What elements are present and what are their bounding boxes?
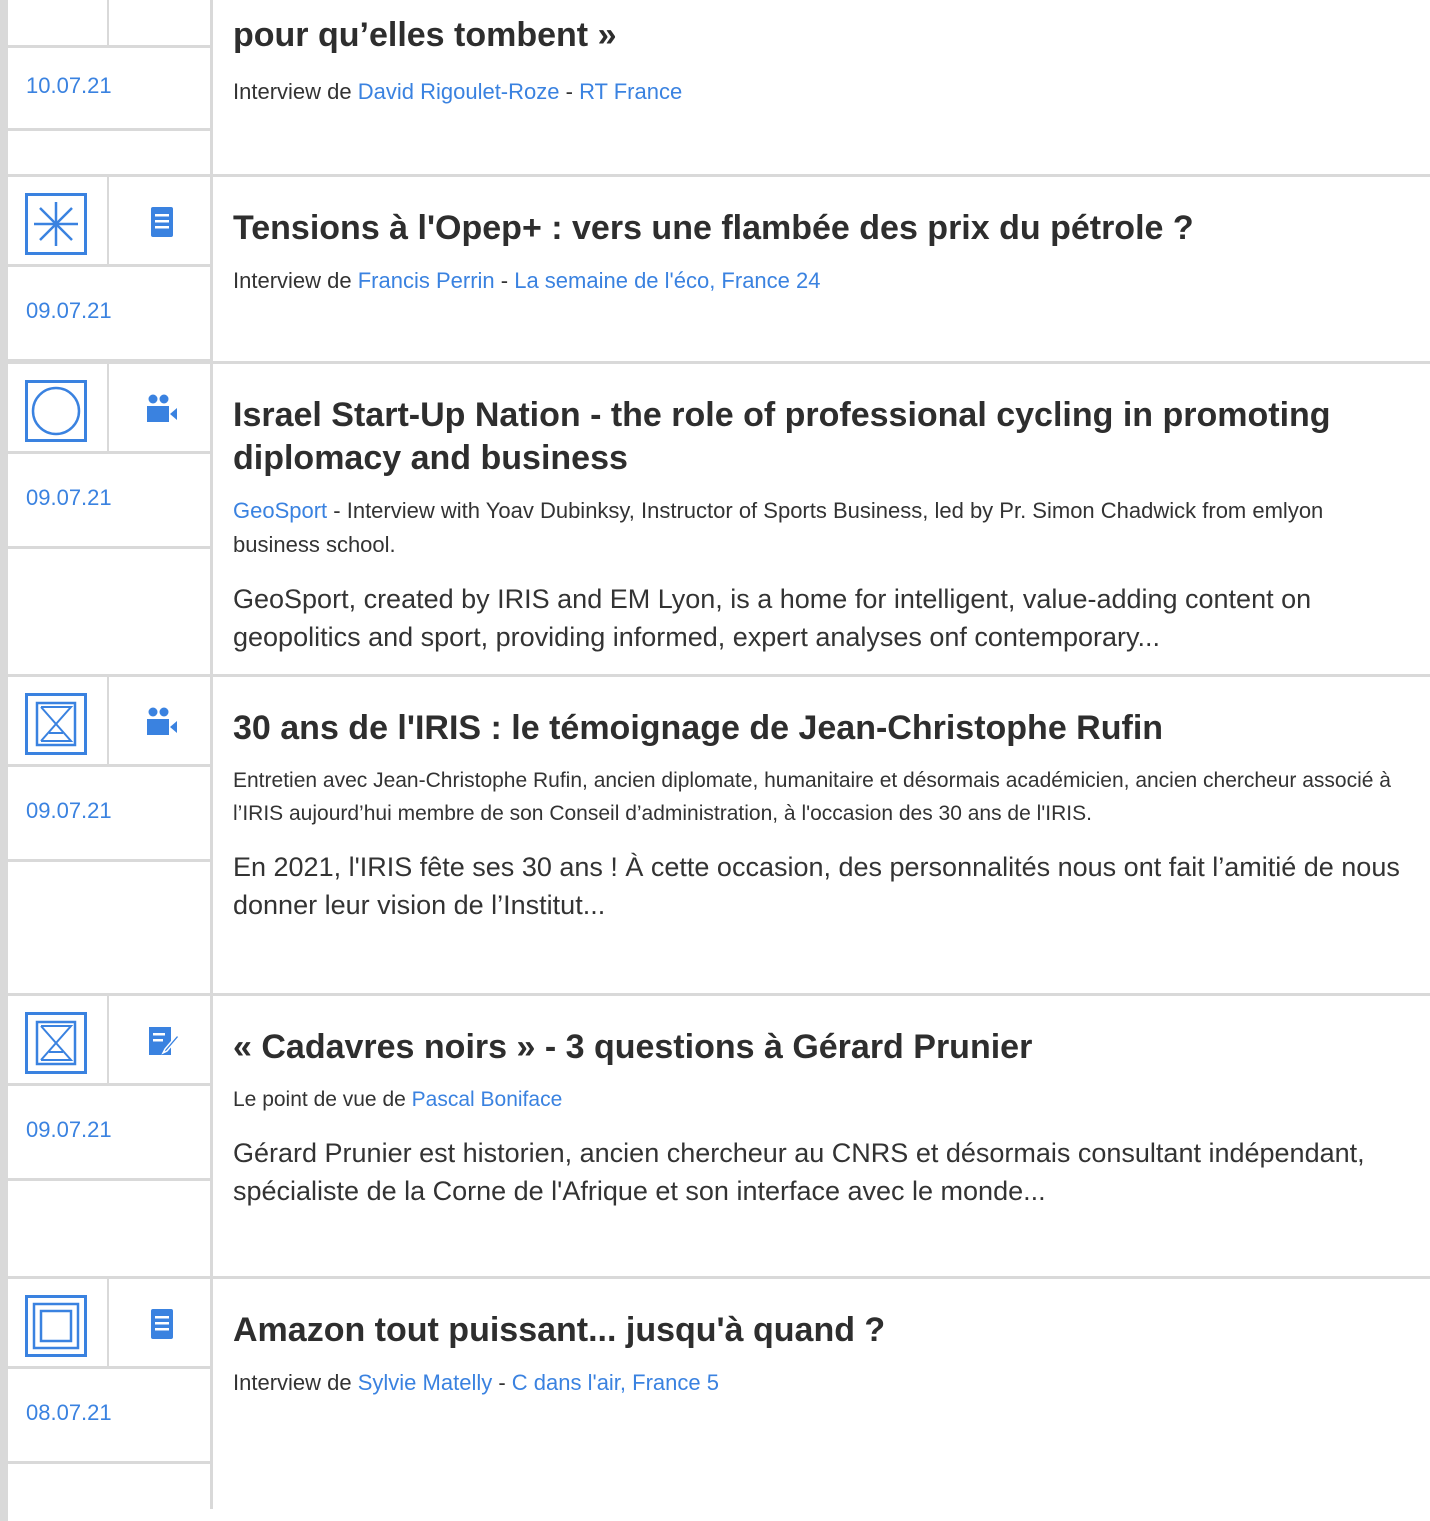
- article-date[interactable]: 09.07.21: [26, 798, 112, 824]
- article-sidebar: 09.07.21: [8, 177, 213, 362]
- article-icon-row: [8, 996, 210, 1086]
- video-icon: [147, 394, 177, 422]
- article-summary: Gérard Prunier est historien, ancien che…: [233, 1138, 1365, 1206]
- author-link[interactable]: Sylvie Matelly: [358, 1370, 492, 1395]
- document-icon: [151, 1309, 173, 1339]
- article-title[interactable]: Israel Start-Up Nation - the role of pro…: [233, 394, 1410, 480]
- article-date[interactable]: 09.07.21: [26, 298, 112, 324]
- article-sidebar: 09.07.21: [8, 996, 213, 1276]
- article-meta: Interview de David Rigoulet-Roze - RT Fr…: [233, 79, 683, 104]
- article-date[interactable]: 08.07.21: [26, 1400, 112, 1426]
- hourglass-theme-icon[interactable]: [25, 1012, 87, 1074]
- article-item: 09.07.21 « Cadavres noirs » - 3 question…: [8, 993, 1430, 1276]
- author-link[interactable]: David Rigoulet-Roze: [358, 79, 560, 104]
- article-icon-row: [8, 364, 210, 454]
- article-meta: Entretien avec Jean-Christophe Rufin, an…: [233, 769, 1391, 825]
- author-link[interactable]: Francis Perrin: [358, 268, 495, 293]
- article-date-cell: 10.07.21: [8, 48, 210, 131]
- article-title[interactable]: Tensions à l'Opep+ : vers une flambée de…: [233, 207, 1410, 250]
- hourglass-theme-icon[interactable]: [25, 693, 87, 755]
- article-summary: GeoSport, created by IRIS and EM Lyon, i…: [233, 584, 1312, 652]
- article-sidebar: 09.07.21: [8, 364, 213, 674]
- source-link[interactable]: La semaine de l'éco, France 24: [514, 268, 820, 293]
- article-date-cell: 09.07.21: [8, 454, 210, 549]
- article-date[interactable]: 10.07.21: [26, 73, 112, 99]
- article-item: 08.07.21 Amazon tout puissant... jusqu'à…: [8, 1276, 1430, 1509]
- article-title[interactable]: « Cadavres noirs » - 3 questions à Gérar…: [233, 1026, 1410, 1069]
- article-meta: Le point de vue de Pascal Boniface: [233, 1088, 563, 1111]
- article-icon-row: [8, 177, 210, 267]
- circle-theme-icon[interactable]: [25, 380, 87, 442]
- edit-note-icon: [149, 1027, 179, 1055]
- article-date-cell: 08.07.21: [8, 1369, 210, 1464]
- article-item: 09.07.21 30 ans de l'IRIS : le témoignag…: [8, 674, 1430, 993]
- article-icon-row: [8, 1279, 210, 1369]
- author-link[interactable]: Pascal Boniface: [412, 1088, 563, 1111]
- source-link[interactable]: RT France: [579, 79, 682, 104]
- article-date-cell: 09.07.21: [8, 1086, 210, 1181]
- video-icon: [147, 707, 177, 735]
- article-meta: Interview de Sylvie Matelly - C dans l'a…: [233, 1370, 719, 1395]
- document-icon: [151, 207, 173, 237]
- article-meta: Interview de Francis Perrin - La semaine…: [233, 268, 821, 293]
- geosport-link[interactable]: GeoSport: [233, 498, 327, 523]
- article-item: 09.07.21 Israel Start-Up Nation - the ro…: [8, 361, 1430, 674]
- article-date-cell: 09.07.21: [8, 267, 210, 362]
- article-sidebar: 08.07.21: [8, 1279, 213, 1509]
- article-date-cell: 09.07.21: [8, 767, 210, 862]
- article-date[interactable]: 09.07.21: [26, 1117, 112, 1143]
- asterisk-theme-icon[interactable]: [25, 193, 87, 255]
- article-icon-row: [8, 677, 210, 767]
- article-icon-row: [8, 0, 210, 48]
- article-item: 10.07.21 pour qu’elles tombent » Intervi…: [8, 0, 1430, 174]
- article-sidebar: 10.07.21: [8, 0, 213, 174]
- article-summary: En 2021, l'IRIS fête ses 30 ans ! À cett…: [233, 852, 1400, 920]
- nested-squares-theme-icon[interactable]: [25, 1295, 87, 1357]
- article-meta: GeoSport - Interview with Yoav Dubinksy,…: [233, 498, 1324, 557]
- article-title[interactable]: pour qu’elles tombent »: [233, 14, 1410, 57]
- article-title[interactable]: Amazon tout puissant... jusqu'à quand ?: [233, 1309, 1410, 1352]
- article-item: 09.07.21 Tensions à l'Opep+ : vers une f…: [8, 174, 1430, 362]
- article-feed: 10.07.21 pour qu’elles tombent » Intervi…: [8, 0, 1430, 1509]
- article-sidebar: 09.07.21: [8, 677, 213, 993]
- article-title[interactable]: 30 ans de l'IRIS : le témoignage de Jean…: [233, 707, 1410, 750]
- article-date[interactable]: 09.07.21: [26, 485, 112, 511]
- page-left-rule: [0, 0, 8, 1521]
- source-link[interactable]: C dans l'air, France 5: [512, 1370, 719, 1395]
